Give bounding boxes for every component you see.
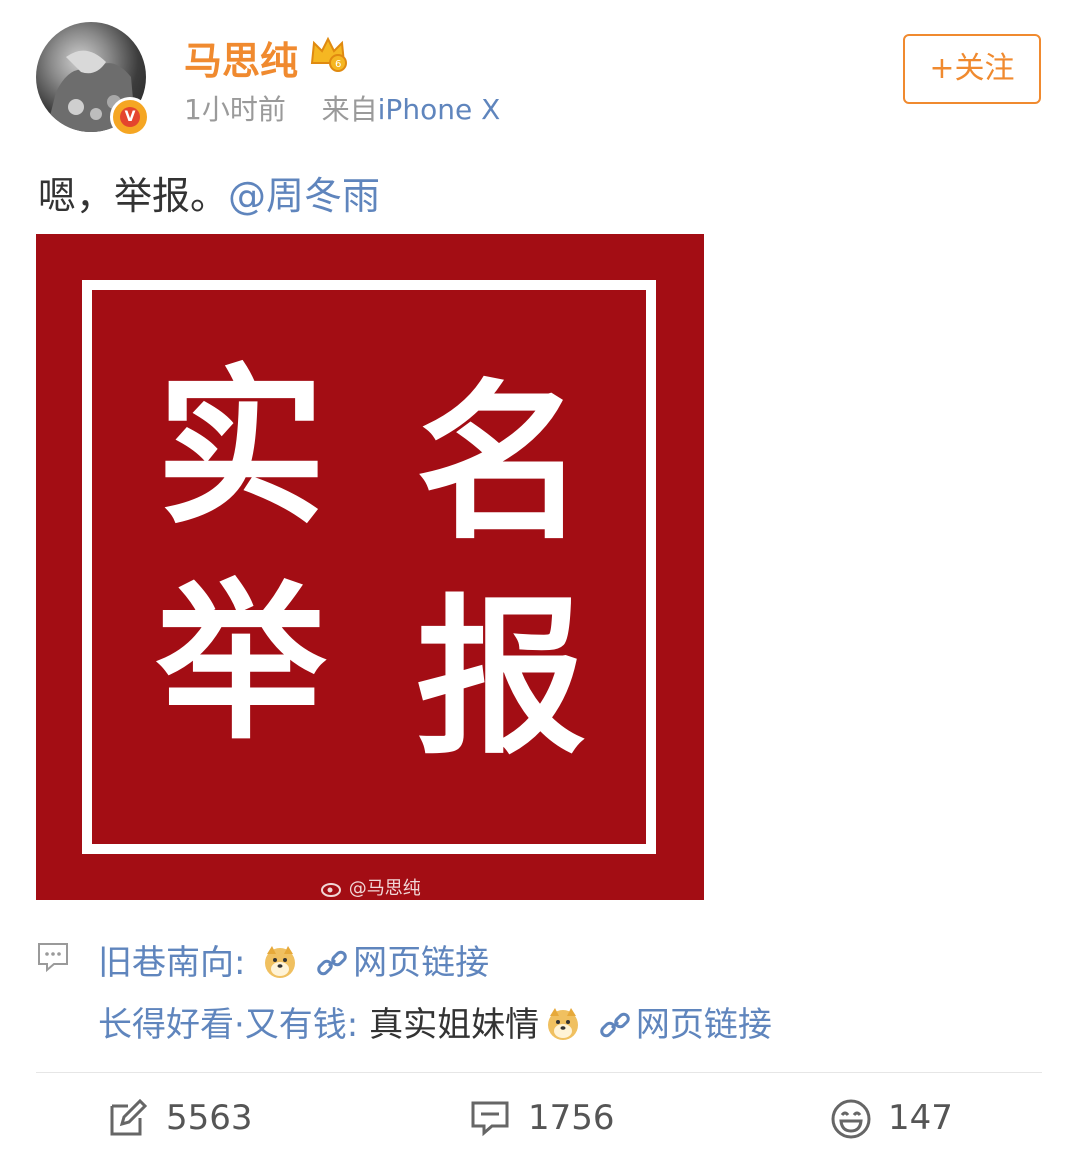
post-text-body: 嗯，举报。 xyxy=(38,174,229,218)
comment-text: 真实姐妹情 xyxy=(369,1005,540,1045)
comment-author[interactable]: 旧巷南向: xyxy=(98,943,245,983)
divider xyxy=(36,1072,1042,1073)
post-meta: 1小时前 来自iPhone X xyxy=(184,88,500,128)
post-header: V 马思纯 6 1小时前 来自iPhone X +关注 xyxy=(0,0,1080,140)
laugh-emoji-icon xyxy=(831,1099,871,1139)
doge-emoji-icon xyxy=(265,946,296,978)
mention-link[interactable]: @周冬雨 xyxy=(228,174,380,218)
post-source-device[interactable]: iPhone X xyxy=(378,93,501,126)
watermark-text: @马思纯 xyxy=(348,878,421,899)
like-button[interactable]: 147 xyxy=(830,1093,990,1143)
link-icon xyxy=(317,950,347,976)
web-link[interactable]: 网页链接 xyxy=(353,943,489,983)
image-char-1: 实 xyxy=(155,350,326,548)
comment-button[interactable]: 1756 xyxy=(470,1093,650,1143)
comment-item[interactable]: 长得好看·又有钱: 真实姐妹情 网页链接 xyxy=(98,997,772,1046)
comment-icon xyxy=(471,1101,509,1137)
comment-author[interactable]: 长得好看·又有钱: xyxy=(98,1005,358,1045)
repost-edit-icon xyxy=(110,1098,148,1136)
post-text: 嗯，举报。@周冬雨 xyxy=(38,165,380,220)
image-char-4: 报 xyxy=(415,580,586,778)
post-image[interactable]: 实 名 举 报 @马思纯 xyxy=(36,234,704,900)
image-watermark: @马思纯 xyxy=(321,874,421,900)
vip-crown-icon: 6 xyxy=(310,36,347,72)
comment-item[interactable]: 旧巷南向: 网页链接 xyxy=(98,935,489,984)
post-source-prefix: 来自 xyxy=(321,93,378,126)
svg-text:6: 6 xyxy=(335,59,341,70)
repost-count: 5563 xyxy=(166,1098,253,1138)
image-char-2: 名 xyxy=(415,365,586,563)
follow-button[interactable]: +关注 xyxy=(903,34,1041,104)
link-icon xyxy=(600,1012,630,1038)
comment-count: 1756 xyxy=(528,1098,615,1138)
like-count: 147 xyxy=(888,1098,953,1138)
image-char-3: 举 xyxy=(155,565,326,763)
weibo-logo-icon xyxy=(321,883,341,897)
username[interactable]: 马思纯 xyxy=(184,30,298,85)
repost-button[interactable]: 5563 xyxy=(108,1093,288,1143)
comment-bubble-icon xyxy=(38,943,68,973)
verified-badge-icon: V xyxy=(110,97,150,137)
web-link[interactable]: 网页链接 xyxy=(636,1005,772,1045)
post-time: 1小时前 xyxy=(184,93,286,126)
doge-emoji-icon xyxy=(548,1008,579,1040)
